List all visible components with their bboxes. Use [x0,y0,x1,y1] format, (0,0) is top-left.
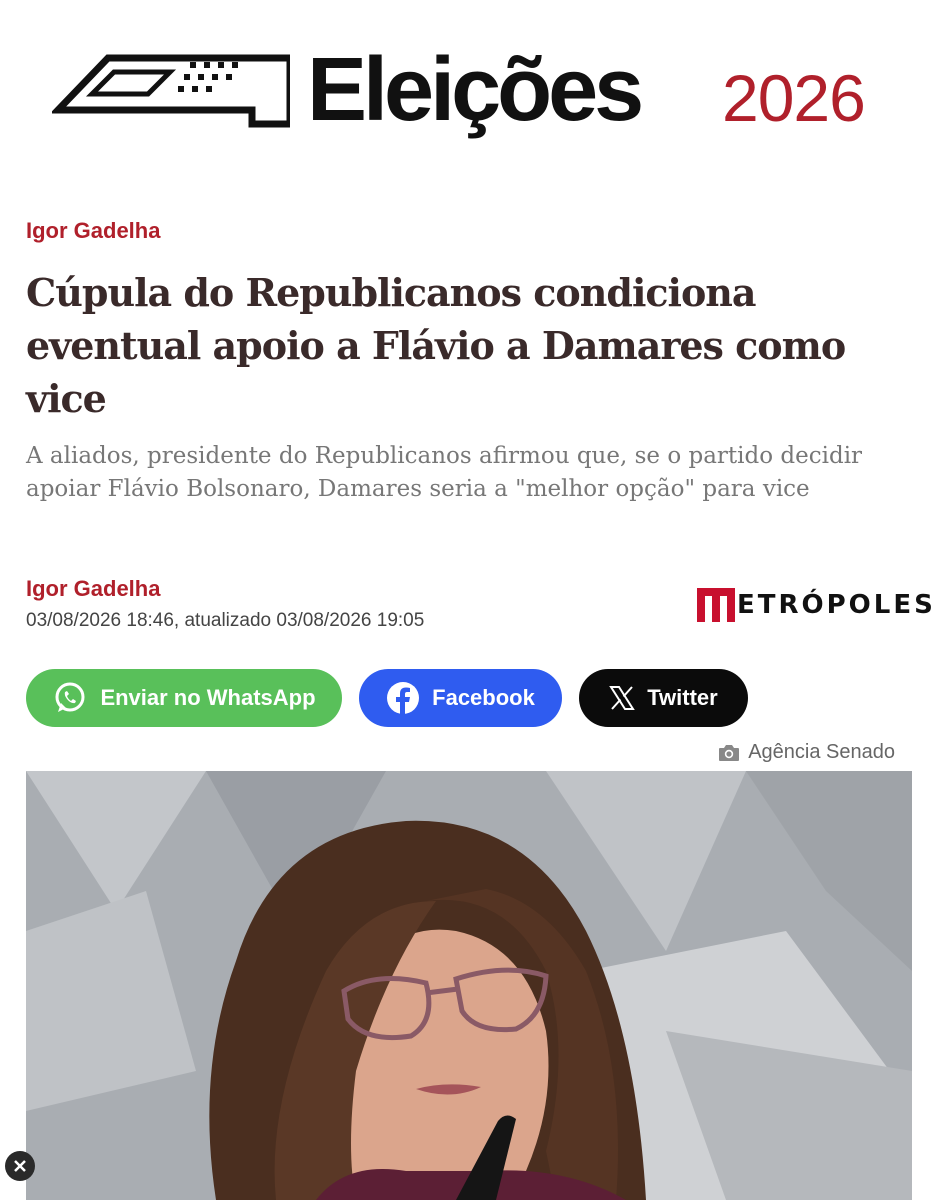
share-facebook-button[interactable]: Facebook [359,669,562,727]
facebook-icon [387,682,420,715]
photo-illustration [26,771,912,1200]
photo-credit-text: Agência Senado [748,741,895,763]
banner-title: Eleições [307,40,644,140]
share-facebook-label: Facebook [432,685,535,710]
share-whatsapp-button[interactable]: Enviar no WhatsApp [26,669,342,727]
article-photo [26,771,912,1200]
elections-banner: Eleições 2026 [0,0,938,180]
x-icon [609,686,636,710]
section-author-link[interactable]: Igor Gadelha [26,218,160,244]
publisher-logo[interactable]: ETRÓPOLES [697,587,936,623]
close-button[interactable] [5,1151,35,1181]
ballot-icon [52,54,290,128]
whatsapp-icon [55,682,85,712]
banner-year: 2026 [722,61,866,135]
author-link[interactable]: Igor Gadelha [26,576,160,602]
publisher-logo-text: ETRÓPOLES [737,590,936,620]
article-subtitle: A aliados, presidente do Republicanos af… [26,443,863,502]
publish-dates: 03/08/2026 18:46, atualizado 03/08/2026 … [26,610,425,631]
close-icon [14,1160,26,1172]
share-twitter-button[interactable]: Twitter [579,669,748,727]
photo-credit: Agência Senado [718,741,895,764]
article-headline: Cúpula do Republicanos condiciona eventu… [26,270,846,421]
camera-icon [719,744,740,761]
share-whatsapp-label: Enviar no WhatsApp [100,685,316,710]
share-twitter-label: Twitter [647,685,718,710]
metropoles-m-mark [697,588,735,622]
